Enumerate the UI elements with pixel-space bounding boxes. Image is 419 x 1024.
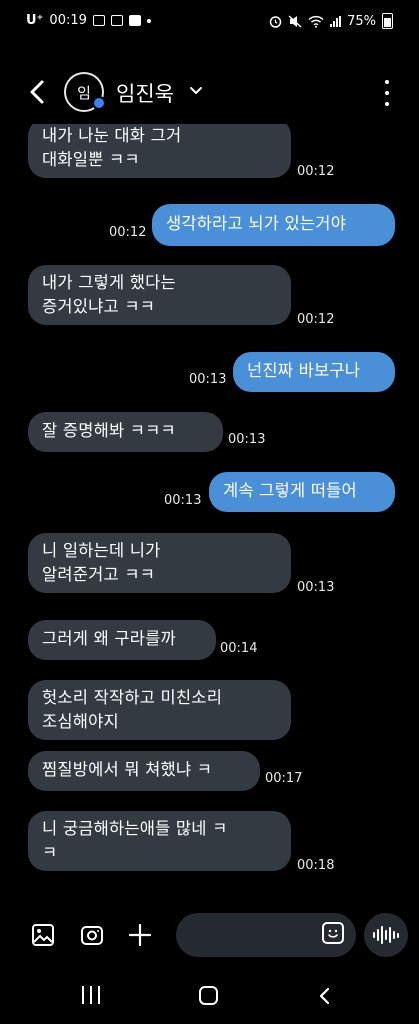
message-text-line: 헛소리 작작하고 미친소리 <box>42 688 223 707</box>
message-bubble-outgoing[interactable]: 계속 그렇게 떠들어 <box>209 472 395 512</box>
message-timestamp: 00:14 <box>220 641 258 656</box>
plus-icon[interactable] <box>127 922 153 948</box>
more-notifications-icon <box>146 18 151 23</box>
contact-name[interactable]: 임진욱 <box>116 78 174 108</box>
message-bubble-incoming[interactable]: 그러게 왜 구라를까 <box>28 620 216 660</box>
message-text-line: 니 궁금해하는애들 많네 ㅋ <box>42 819 228 838</box>
carrier-label: U⁺ <box>26 13 44 28</box>
status-bar: U⁺ 00:19 75% <box>0 0 419 44</box>
message-input-bar <box>0 906 419 964</box>
message-text-line: 알려준거고 ㅋㅋ <box>42 565 156 584</box>
battery-icon <box>382 13 393 29</box>
message-timestamp: 00:13 <box>228 432 266 447</box>
message-bubble-incoming[interactable]: 잘 증명해봐 ㅋㅋㅋ <box>28 412 223 452</box>
message-text-line: 넌진짜 바보구나 <box>247 361 361 380</box>
message-bubble-incoming[interactable]: 내가 나눈 대화 그거 대화일뿐 ㅋㅋ <box>28 124 291 178</box>
message-timestamp: 00:12 <box>109 225 147 240</box>
emoji-icon[interactable] <box>322 922 344 944</box>
message-text-line: 잘 증명해봐 ㅋㅋㅋ <box>42 421 176 440</box>
message-bubble-incoming[interactable]: 니 궁금해하는애들 많네 ㅋ ㅋ <box>28 811 291 871</box>
message-text-line: ㅋ <box>42 843 58 862</box>
message-bubble-incoming[interactable]: 니 일하는데 니가 알려준거고 ㅋㅋ <box>28 533 291 593</box>
chat-header: 임 임진욱 <box>0 60 419 124</box>
alarm-icon <box>269 15 282 28</box>
message-text-line: 조심해야지 <box>42 712 119 731</box>
message-bubble-outgoing[interactable]: 넌진짜 바보구나 <box>233 352 395 392</box>
status-left: U⁺ 00:19 <box>26 13 151 28</box>
message-list[interactable]: 내가 나눈 대화 그거 대화일뿐 ㅋㅋ 00:12 생각하라고 뇌가 있는거야 … <box>0 124 419 904</box>
back-nav-icon[interactable] <box>316 986 334 1006</box>
message-text-line: 계속 그렇게 떠들어 <box>223 481 357 500</box>
app-notification-icon <box>128 15 141 26</box>
mute-icon <box>288 14 302 28</box>
wifi-icon <box>308 15 324 28</box>
home-icon[interactable] <box>199 986 218 1005</box>
message-text-line: 내가 그렇게 했다는 <box>42 273 176 292</box>
system-nav-bar <box>0 968 419 1024</box>
message-text-line: 찜질방에서 뭐 쳐했냐 ㅋ <box>42 760 213 779</box>
message-text-line: 생각하라고 뇌가 있는거야 <box>166 214 347 233</box>
message-timestamp: 00:17 <box>265 771 303 786</box>
voicemail-notification-icon <box>110 15 123 26</box>
camera-icon[interactable] <box>79 922 105 948</box>
message-timestamp: 00:12 <box>297 312 335 327</box>
message-text-line: 대화일뿐 ㅋㅋ <box>42 150 140 169</box>
message-timestamp: 00:13 <box>297 580 335 595</box>
message-bubble-incoming[interactable]: 찜질방에서 뭐 쳐했냐 ㅋ <box>28 751 260 791</box>
message-text-line: 증거있냐고 ㅋㅋ <box>42 297 156 316</box>
image-icon[interactable] <box>30 922 56 948</box>
message-text-line: 니 일하는데 니가 <box>42 541 161 560</box>
message-timestamp: 00:18 <box>297 858 335 873</box>
message-timestamp: 00:13 <box>164 493 202 508</box>
message-text-line: 그러게 왜 구라를까 <box>42 629 176 648</box>
status-right: 75% <box>269 13 393 29</box>
message-bubble-outgoing[interactable]: 생각하라고 뇌가 있는거야 <box>152 204 395 246</box>
arrow-left-icon[interactable] <box>24 76 52 108</box>
message-timestamp: 00:12 <box>297 164 335 179</box>
voice-wave-icon[interactable] <box>364 913 408 957</box>
more-vertical-icon[interactable] <box>383 80 391 106</box>
message-bubble-incoming[interactable]: 헛소리 작작하고 미친소리 조심해야지 <box>28 680 291 740</box>
battery-percent: 75% <box>347 13 376 29</box>
presence-badge <box>92 96 106 110</box>
signal-icon <box>330 15 342 27</box>
recent-apps-icon[interactable] <box>82 986 100 1004</box>
chevron-down-icon[interactable] <box>188 84 204 98</box>
message-timestamp: 00:13 <box>189 372 227 387</box>
message-bubble-incoming[interactable]: 내가 그렇게 했다는 증거있냐고 ㅋㅋ <box>28 265 291 325</box>
avatar-initial: 임 <box>77 83 91 102</box>
clock: 00:19 <box>49 13 87 28</box>
emoji-face-icon <box>328 929 338 938</box>
gallery-notification-icon <box>92 15 105 26</box>
message-text-line: 내가 나눈 대화 그거 <box>42 126 182 145</box>
